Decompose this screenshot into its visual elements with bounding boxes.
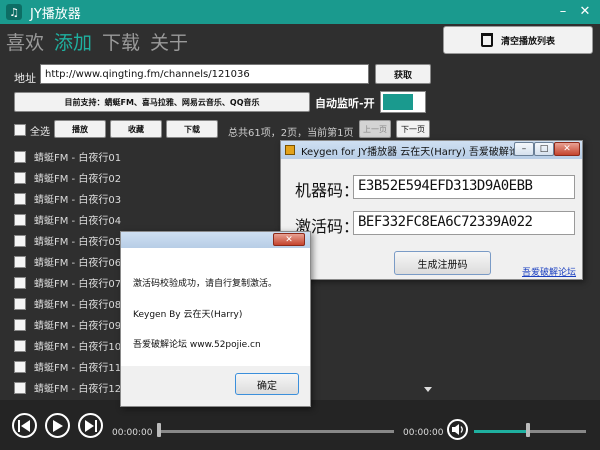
collect-button[interactable]: 收藏 — [110, 120, 162, 138]
tab-favorites[interactable]: 喜欢 — [6, 28, 44, 55]
track-title: 蜻蜓FM - 白夜行12 — [34, 384, 122, 395]
dialog-message-line: Keygen By 云在天(Harry) — [133, 310, 243, 320]
next-icon — [85, 419, 97, 432]
track-row[interactable]: 蜻蜓FM - 白夜行02 — [14, 167, 274, 188]
track-title: 蜻蜓FM - 白夜行11 — [34, 363, 122, 374]
activation-code-field[interactable]: BEF332FC8EA6C72339A022 — [353, 211, 575, 235]
play-icon — [53, 419, 63, 432]
keygen-window: Keygen for JY播放器 云在天(Harry) 吾爱破解论坛 – □ ✕… — [280, 140, 583, 280]
track-title: 蜻蜓FM - 白夜行02 — [34, 174, 122, 185]
tab-bar: 喜欢 添加 下载 关于 — [6, 28, 188, 55]
dialog-message-line: 激活码校验成功，请自行复制激活。 — [133, 279, 278, 289]
progress-bar[interactable] — [160, 430, 394, 433]
player-controls: 00:00:00 00:00:00 — [0, 400, 600, 450]
track-title: 蜻蜓FM - 白夜行01 — [34, 153, 122, 164]
volume-slider[interactable] — [474, 430, 586, 433]
minimize-button[interactable]: – — [554, 3, 572, 21]
tab-about[interactable]: 关于 — [150, 28, 188, 55]
keygen-title: Keygen for JY播放器 云在天(Harry) 吾爱破解论坛 — [301, 146, 529, 158]
track-checkbox[interactable] — [14, 381, 26, 394]
previous-button[interactable] — [12, 413, 37, 438]
tab-download[interactable]: 下载 — [102, 28, 140, 55]
track-title: 蜻蜓FM - 白夜行08 — [34, 300, 122, 311]
total-time: 00:00:00 — [403, 428, 444, 438]
select-all-label: 全选 — [30, 126, 50, 138]
track-checkbox[interactable] — [14, 213, 26, 226]
list-toolbar: 全选 — [14, 120, 50, 140]
page-info: 总共61项，2页，当前第1页 — [228, 128, 354, 139]
track-checkbox[interactable] — [14, 318, 26, 331]
dialog-close-button[interactable]: ✕ — [273, 233, 305, 246]
prev-page-button[interactable]: 上一页 — [359, 120, 391, 138]
title-bar: ♫ JY播放器 – ✕ — [0, 0, 600, 24]
fetch-button[interactable]: 获取 — [375, 64, 431, 84]
next-page-button[interactable]: 下一页 — [396, 120, 430, 138]
dialog-body: 激活码校验成功，请自行复制激活。 Keygen By 云在天(Harry) 吾爱… — [121, 248, 310, 366]
volume-handle[interactable] — [526, 423, 530, 437]
trash-icon — [480, 33, 493, 47]
track-title: 蜻蜓FM - 白夜行09 — [34, 321, 122, 332]
track-checkbox[interactable] — [14, 360, 26, 373]
volume-button[interactable] — [447, 419, 468, 440]
machine-code-label: 机器码： — [295, 181, 360, 200]
ok-button[interactable]: 确定 — [235, 373, 299, 395]
track-row[interactable]: 蜻蜓FM - 白夜行04 — [14, 209, 274, 230]
track-checkbox[interactable] — [14, 297, 26, 310]
dialog-message-line: 吾爱破解论坛 www.52pojie.cn — [133, 340, 261, 350]
app-title: JY播放器 — [30, 6, 81, 22]
track-title: 蜻蜓FM - 白夜行07 — [34, 279, 122, 290]
current-time: 00:00:00 — [112, 428, 153, 438]
music-note-icon: ♫ — [6, 4, 22, 20]
track-checkbox[interactable] — [14, 171, 26, 184]
track-checkbox[interactable] — [14, 255, 26, 268]
supported-sources-button[interactable]: 目前支持：蜻蜓FM、喜马拉雅、网易云音乐、QQ音乐 — [14, 92, 310, 112]
track-title: 蜻蜓FM - 白夜行10 — [34, 342, 122, 353]
track-checkbox[interactable] — [14, 276, 26, 289]
auto-monitor-label: 自动监听-开 — [315, 97, 375, 110]
track-row[interactable]: 蜻蜓FM - 白夜行01 — [14, 146, 274, 167]
track-title: 蜻蜓FM - 白夜行04 — [34, 216, 122, 227]
clear-playlist-label: 清空播放列表 — [500, 36, 555, 47]
scroll-down-icon[interactable] — [424, 387, 432, 392]
volume-icon — [451, 424, 463, 435]
keygen-app-icon — [285, 145, 295, 155]
download-button[interactable]: 下载 — [166, 120, 218, 138]
track-title: 蜻蜓FM - 白夜行05 — [34, 237, 122, 248]
select-all-checkbox[interactable] — [14, 124, 26, 136]
toggle-fill — [383, 94, 413, 110]
track-checkbox[interactable] — [14, 234, 26, 247]
generate-button[interactable]: 生成注册码 — [394, 251, 491, 275]
keygen-minimize-button[interactable]: – — [514, 142, 534, 156]
clear-playlist-button[interactable]: 清空播放列表 — [443, 26, 593, 54]
auto-monitor-toggle[interactable] — [380, 91, 426, 113]
forum-link[interactable]: 吾爱破解论坛 — [522, 265, 576, 278]
keygen-maximize-button[interactable]: □ — [534, 142, 554, 156]
track-checkbox[interactable] — [14, 339, 26, 352]
track-title: 蜻蜓FM - 白夜行06 — [34, 258, 122, 269]
next-button[interactable] — [78, 413, 103, 438]
previous-icon — [18, 419, 30, 432]
message-dialog: ✕ 激活码校验成功，请自行复制激活。 Keygen By 云在天(Harry) … — [120, 231, 311, 407]
address-input[interactable] — [40, 64, 369, 84]
close-button[interactable]: ✕ — [576, 3, 594, 21]
track-title: 蜻蜓FM - 白夜行03 — [34, 195, 122, 206]
address-label: 地址 — [14, 72, 36, 85]
track-checkbox[interactable] — [14, 192, 26, 205]
tab-add[interactable]: 添加 — [54, 28, 92, 55]
play-pause-button[interactable] — [45, 413, 70, 438]
track-checkbox[interactable] — [14, 150, 26, 163]
progress-handle[interactable] — [157, 423, 161, 437]
volume-fill — [474, 430, 528, 433]
track-row[interactable]: 蜻蜓FM - 白夜行03 — [14, 188, 274, 209]
play-button[interactable]: 播放 — [54, 120, 106, 138]
keygen-close-button[interactable]: ✕ — [554, 142, 580, 156]
machine-code-field[interactable]: E3B52E594EFD313D9A0EBB — [353, 175, 575, 199]
